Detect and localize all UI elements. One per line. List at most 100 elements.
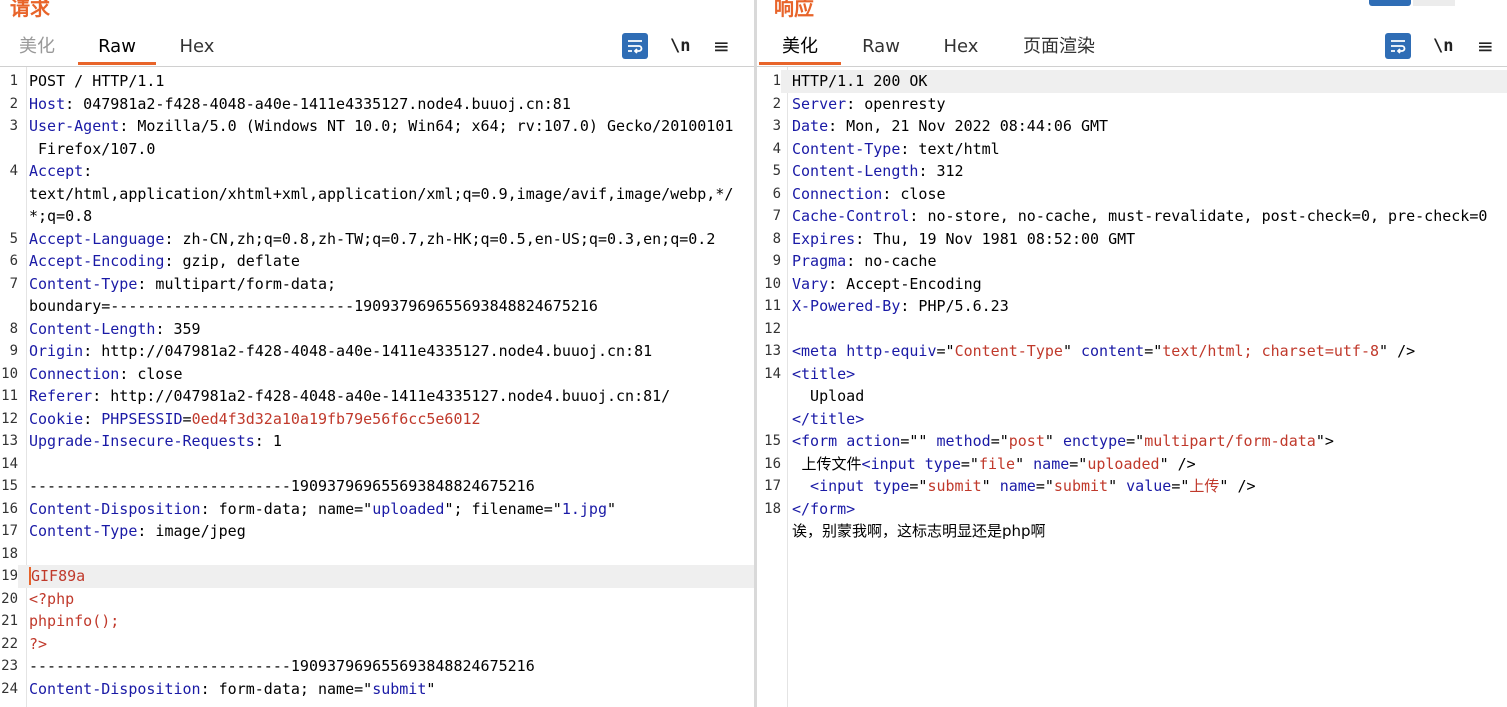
code-line[interactable]: 15 -----------------------------190937969…	[0, 475, 754, 498]
tab-raw[interactable]: Raw	[78, 34, 156, 65]
code-line[interactable]: 9 Pragma: no-cache	[757, 250, 1507, 273]
tab-pretty[interactable]: 美化	[18, 34, 56, 65]
code-line[interactable]: 4 Accept:	[0, 160, 754, 183]
code-token: =	[182, 409, 192, 428]
wrap-lines-icon[interactable]	[1385, 33, 1411, 59]
code-token: http-equiv	[846, 342, 937, 360]
line-number: 9	[772, 253, 781, 269]
code-token: " />	[1159, 454, 1196, 473]
code-line[interactable]: 9 Origin: http://047981a2-f428-4048-a40e-…	[0, 340, 754, 363]
tab-pretty[interactable]: 美化	[759, 34, 841, 65]
code-line[interactable]: 6 Accept-Encoding: gzip, deflate	[0, 250, 754, 273]
code-token: "	[426, 679, 436, 698]
code-line[interactable]: *;q=0.8	[0, 205, 754, 228]
code-token: : no-cache	[846, 252, 937, 270]
line-number: 5	[9, 230, 18, 247]
code-line[interactable]: 16 Content-Disposition: form-data; name="…	[0, 498, 754, 521]
code-line[interactable]: 10 Vary: Accept-Encoding	[757, 273, 1507, 296]
tab-raw[interactable]: Raw	[861, 34, 901, 65]
code-line[interactable]: 4 Content-Type: text/html	[757, 138, 1507, 161]
code-token: Host	[29, 94, 66, 113]
code-line[interactable]: 10 Connection: close	[0, 363, 754, 386]
newline-icon[interactable]: \n	[670, 33, 690, 59]
line-number	[0, 183, 18, 206]
code-line[interactable]: 3 User-Agent: Mozilla/5.0 (Windows NT 10.…	[0, 115, 754, 138]
line-number: 8	[9, 320, 18, 337]
code-line[interactable]: 12	[757, 318, 1507, 341]
code-line[interactable]: 19 GIF89a	[0, 565, 754, 588]
code-token: : close	[119, 364, 183, 383]
code-token: : text/html	[900, 139, 1000, 158]
layout-toggle-right[interactable]	[1413, 0, 1455, 6]
code-token: 0ed4f3d32a10a19fb79e56f6cc5e6012	[191, 409, 481, 428]
code-line[interactable]: 17 <input type="submit" name="submit" va…	[757, 475, 1507, 498]
code-line[interactable]: 6 Connection: close	[757, 183, 1507, 206]
code-line[interactable]: text/html,application/xhtml+xml,applicat…	[0, 183, 754, 206]
code-token: Accept-Language	[29, 229, 165, 248]
line-number: 19	[1, 568, 18, 584]
code-line[interactable]: 13 <meta http-equiv="Content-Type" conten…	[757, 340, 1507, 363]
code-line[interactable]: 14 <title>	[757, 363, 1507, 386]
code-line[interactable]: 11 X-Powered-By: PHP/5.6.23	[757, 295, 1507, 318]
code-line[interactable]: boundary=---------------------------1909…	[0, 295, 754, 318]
menu-icon[interactable]: ≡	[713, 33, 730, 59]
code-line[interactable]: 7 Content-Type: multipart/form-data;	[0, 273, 754, 296]
code-line[interactable]: Firefox/107.0	[0, 138, 754, 161]
code-line[interactable]: 13 Upgrade-Insecure-Requests: 1	[0, 430, 754, 453]
request-editor[interactable]: 1 POST / HTTP/1.1 2 Host: 047981a2-f428-404…	[0, 67, 754, 707]
code-token: : openresty	[846, 94, 946, 113]
code-token: ="	[1171, 477, 1190, 495]
code-line[interactable]: 12 Cookie: PHPSESSID=0ed4f3d32a10a19fb79e…	[0, 408, 754, 431]
code-line[interactable]: 18	[0, 543, 754, 566]
code-line[interactable]: 16 上传文件<input type="file" name="uploaded…	[757, 453, 1507, 476]
code-line[interactable]: 5 Content-Length: 312	[757, 160, 1507, 183]
code-line[interactable]: 23 -----------------------------190937969…	[0, 655, 754, 678]
tab-hex[interactable]: Hex	[176, 34, 218, 65]
code-line[interactable]: 22 ?>	[0, 633, 754, 656]
code-text: <?php	[18, 588, 754, 611]
code-line[interactable]: 1 POST / HTTP/1.1	[0, 70, 754, 93]
code-line[interactable]: 20 <?php	[0, 588, 754, 611]
code-token: <meta	[792, 342, 847, 360]
code-line[interactable]: 11 Referer: http://047981a2-f428-4048-a40…	[0, 385, 754, 408]
code-token: boundary=---------------------------1909…	[29, 297, 598, 315]
code-token: ="	[1126, 432, 1145, 450]
code-line[interactable]: </title>	[757, 408, 1507, 431]
code-line[interactable]: 18 </form>	[757, 498, 1507, 521]
code-token: *;q=0.8	[29, 207, 93, 225]
code-line[interactable]: 24 Content-Disposition: form-data; name="…	[0, 678, 754, 701]
code-line[interactable]: 7 Cache-Control: no-store, no-cache, must…	[757, 205, 1507, 228]
code-token: <form	[792, 432, 847, 450]
code-token: Content-Disposition	[29, 499, 201, 518]
code-line[interactable]: 15 <form action="" method="post" enctype=…	[757, 430, 1507, 453]
code-line[interactable]: 17 Content-Type: image/jpeg	[0, 520, 754, 543]
tab-hex[interactable]: Hex	[943, 34, 979, 65]
code-line[interactable]: 3 Date: Mon, 21 Nov 2022 08:44:06 GMT	[757, 115, 1507, 138]
code-line[interactable]: 8 Content-Length: 359	[0, 318, 754, 341]
line-number: 17	[1, 523, 18, 539]
menu-icon[interactable]: ≡	[1477, 33, 1494, 59]
code-line[interactable]: 8 Expires: Thu, 19 Nov 1981 08:52:00 GMT	[757, 228, 1507, 251]
code-line[interactable]: Upload	[757, 385, 1507, 408]
layout-toggle-left[interactable]	[1369, 0, 1411, 6]
tab-render[interactable]: 页面渲染	[1021, 34, 1097, 65]
line-number: 23	[1, 658, 18, 674]
code-text: <form action="" method="post" enctype="m…	[781, 430, 1507, 453]
code-text: Content-Type: multipart/form-data;	[18, 273, 754, 296]
line-number	[0, 295, 18, 318]
code-line[interactable]: 2 Server: openresty	[757, 93, 1507, 116]
code-token: "	[607, 499, 617, 518]
code-line[interactable]: 2 Host: 047981a2-f428-4048-a40e-1411e4335…	[0, 93, 754, 116]
code-line[interactable]: 14	[0, 453, 754, 476]
code-line[interactable]: 1 HTTP/1.1 200 OK	[757, 70, 1507, 93]
request-title: 请求	[10, 0, 50, 20]
line-number: 14	[764, 365, 781, 382]
newline-icon[interactable]: \n	[1433, 33, 1453, 59]
code-line[interactable]: 21 phpinfo();	[0, 610, 754, 633]
code-line[interactable]: 诶，别蒙我啊，这标志明显还是php啊	[757, 520, 1507, 543]
code-token: </form>	[792, 499, 856, 518]
response-editor[interactable]: 1 HTTP/1.1 200 OK 2 Server: openresty 3 Date:…	[757, 67, 1507, 707]
wrap-lines-icon[interactable]	[622, 33, 648, 59]
code-line[interactable]: 5 Accept-Language: zh-CN,zh;q=0.8,zh-TW;q…	[0, 228, 754, 251]
